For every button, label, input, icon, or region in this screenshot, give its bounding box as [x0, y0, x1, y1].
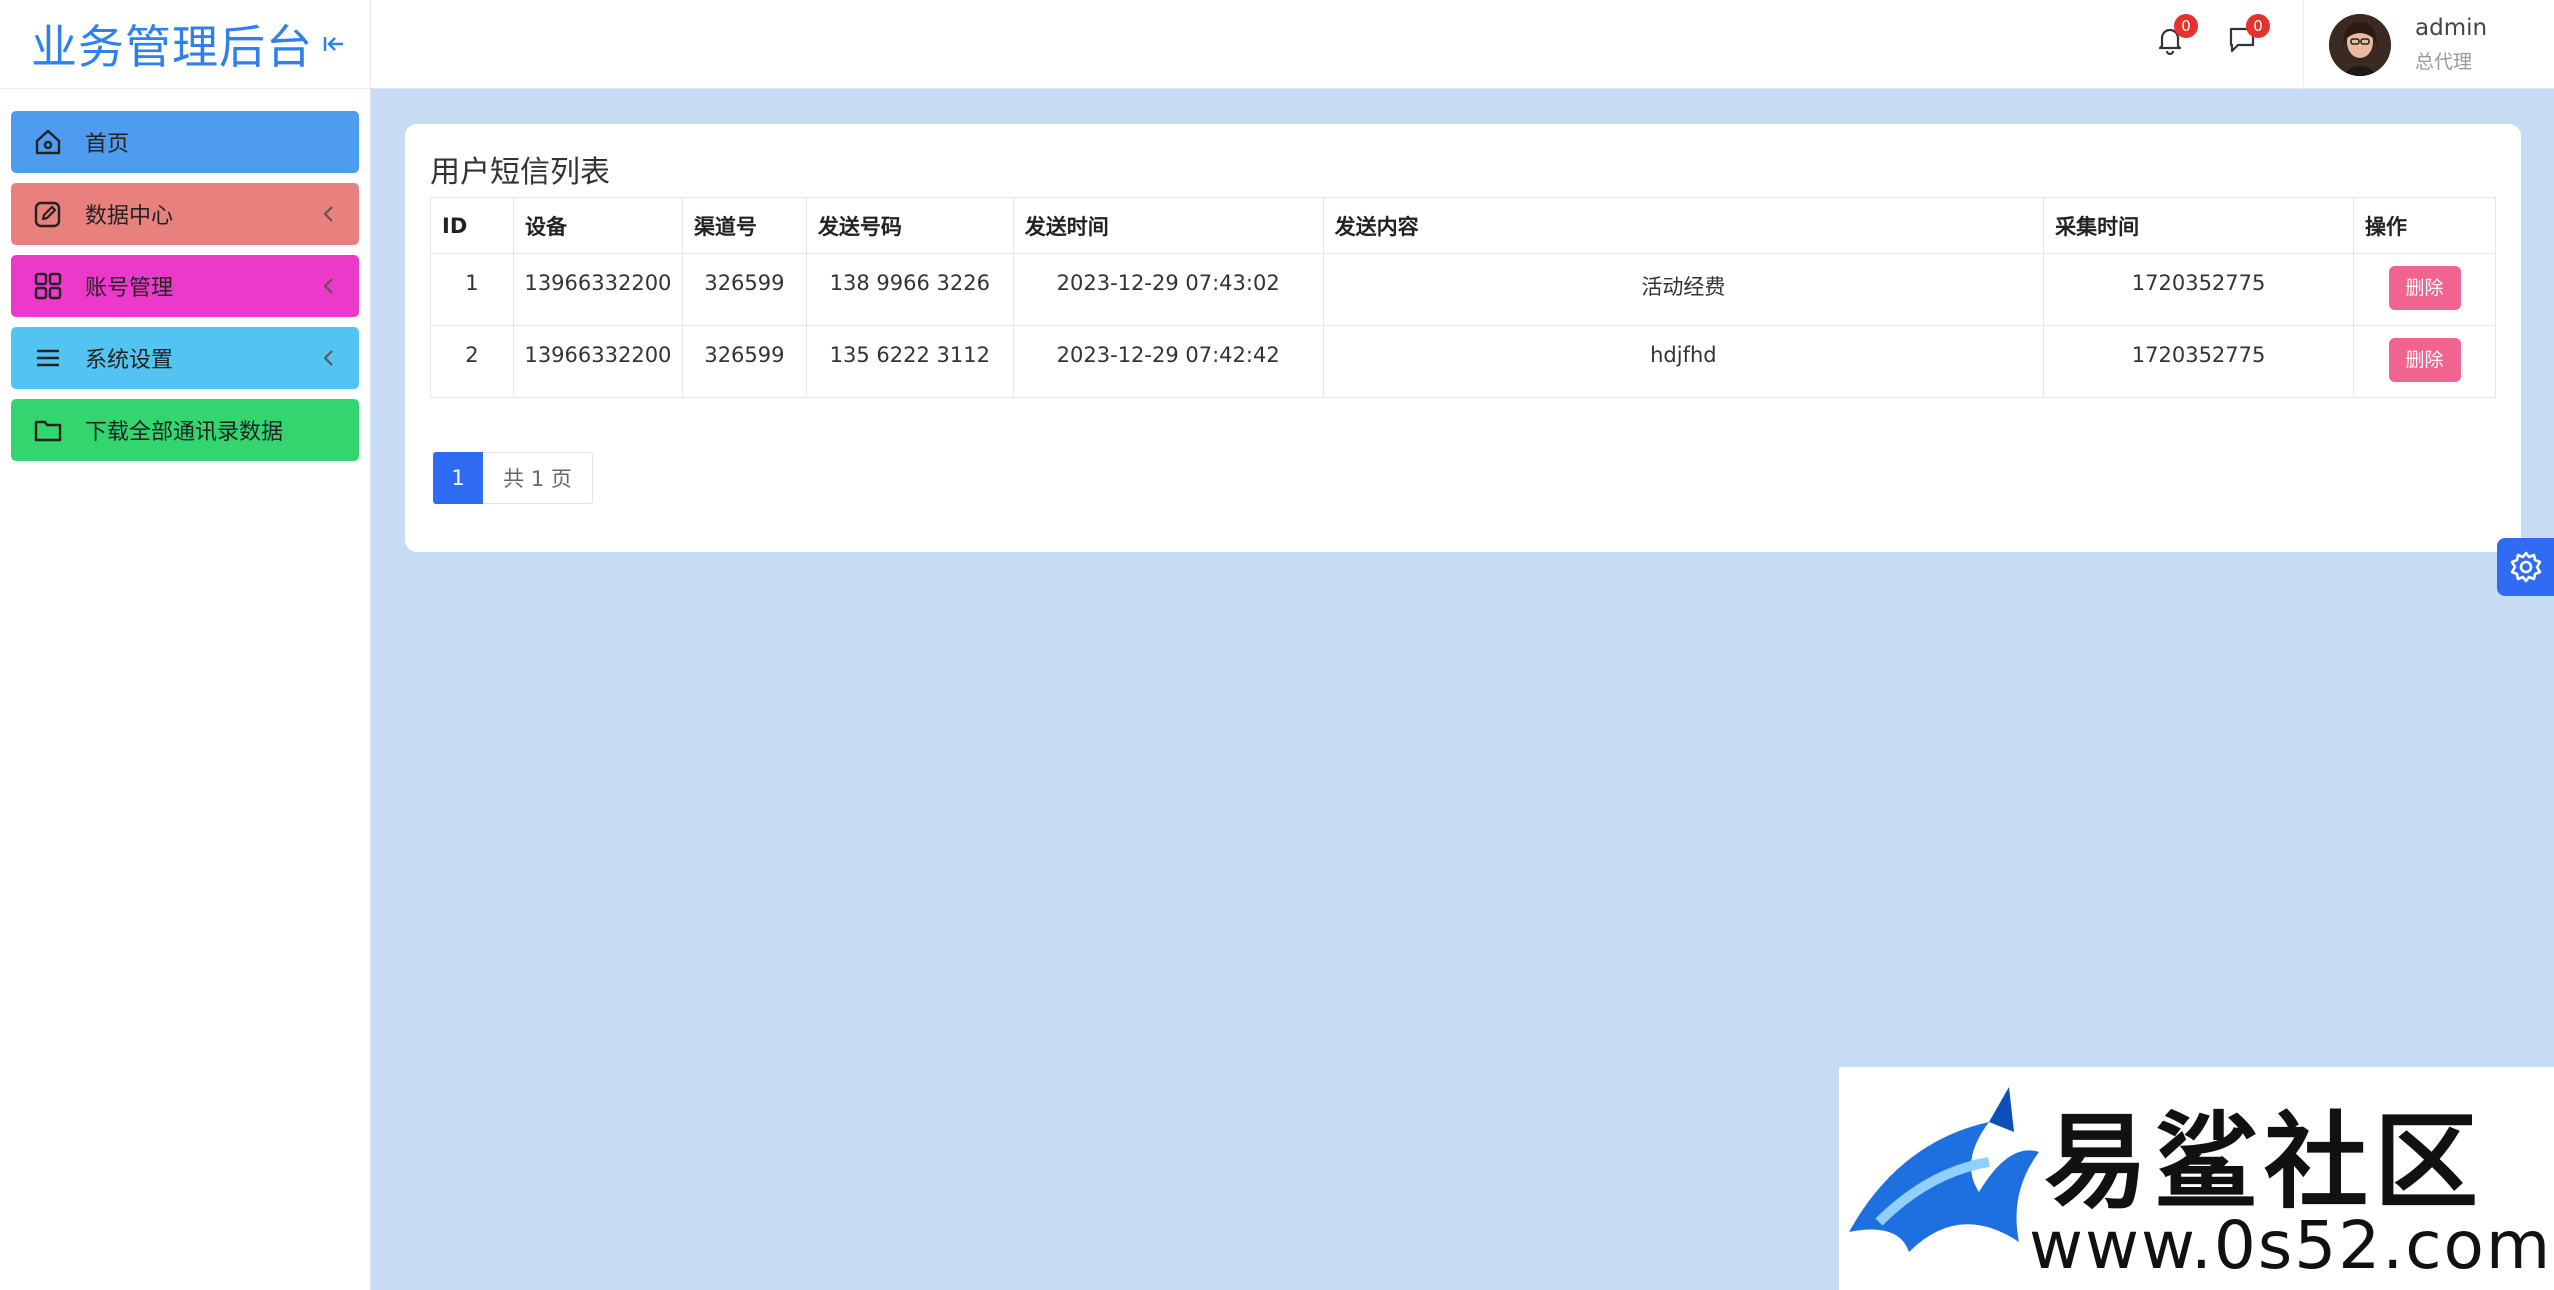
watermark-url: www.0s52.com: [2029, 1207, 2553, 1284]
column-header: ID: [430, 197, 514, 254]
cell-content: 活动经费: [1322, 253, 2045, 326]
column-header: 采集时间: [2043, 197, 2354, 254]
sidebar-item-label: 账号管理: [85, 276, 174, 301]
cell-id: 1: [430, 253, 514, 326]
cell-phone: 138 9966 3226: [805, 253, 1014, 326]
collapse-sidebar-icon[interactable]: [321, 31, 347, 57]
user-role: 总代理: [2415, 51, 2473, 73]
delete-button[interactable]: 删除: [2388, 338, 2461, 382]
column-header: 操作: [2353, 197, 2496, 254]
cell-content: hdjfhd: [1322, 325, 2045, 398]
sidebar-item-label: 下载全部通讯录数据: [85, 420, 284, 445]
cell-channel: 326599: [681, 325, 807, 398]
top-header: 0 0 admin 总代理: [371, 0, 2554, 89]
notifications-badge: 0: [2174, 14, 2198, 38]
watermark-name: 易鲨社区: [2044, 1100, 2485, 1223]
column-header: 渠道号: [681, 197, 807, 254]
cell-id: 2: [430, 325, 514, 398]
folder-icon: [34, 420, 62, 442]
grid-icon: [34, 272, 62, 300]
sidebar-item-data-center[interactable]: 数据中心: [11, 183, 359, 245]
sidebar-item-download-contacts[interactable]: 下载全部通讯录数据: [11, 399, 359, 461]
column-header: 发送内容: [1322, 197, 2045, 254]
cell-device: 13966332200: [512, 253, 683, 326]
table-row: 2 13966332200 326599 135 6222 3112 2023-…: [430, 325, 2496, 398]
column-header: 发送号码: [805, 197, 1014, 254]
cell-collect-time: 1720352775: [2043, 325, 2354, 398]
chevron-left-icon: [323, 350, 333, 366]
sidebar-item-account[interactable]: 账号管理: [11, 255, 359, 317]
gear-icon: [2510, 551, 2541, 583]
shark-logo-icon: [1849, 1087, 2039, 1252]
cell-phone: 135 6222 3112: [805, 325, 1014, 398]
chevron-left-icon: [323, 278, 333, 294]
notifications-button[interactable]: 0: [2154, 14, 2198, 60]
page-button-current[interactable]: 1: [433, 452, 483, 504]
cell-channel: 326599: [681, 253, 807, 326]
home-icon: [35, 129, 61, 155]
cell-device: 13966332200: [512, 325, 683, 398]
sms-table: ID 设备 渠道号 发送号码 发送时间 发送内容 采集时间 操作 1 13966…: [430, 197, 2496, 398]
sidebar-item-label: 数据中心: [85, 204, 174, 229]
chevron-left-icon: [323, 206, 333, 222]
messages-button[interactable]: 0: [2226, 14, 2270, 60]
cell-action: 删除: [2353, 253, 2496, 326]
messages-badge: 0: [2246, 14, 2270, 38]
cell-send-time: 2023-12-29 07:42:42: [1012, 325, 1324, 398]
sidebar-menu: 首页 数据中心 账号管理 系统设置 下载全部通讯录数据: [0, 89, 370, 461]
avatar: [2329, 13, 2391, 76]
theme-settings-button[interactable]: [2497, 538, 2554, 596]
user-info: admin 总代理: [2415, 15, 2487, 74]
app: 业务管理后台 首页 数据中心 账号管理 系统设置 下载全部通讯录数据 0 0 a…: [0, 0, 2554, 1290]
cell-collect-time: 1720352775: [2043, 253, 2354, 326]
brand-title: 业务管理后台: [31, 20, 313, 74]
user-menu[interactable]: admin 总代理: [2303, 0, 2554, 89]
sms-list-card: 用户短信列表 ID 设备 渠道号 发送号码 发送时间 发送内容 采集时间 操作: [405, 124, 2521, 552]
sidebar-item-label: 首页: [85, 132, 130, 157]
page-title: 用户短信列表: [430, 155, 610, 190]
table-header-row: ID 设备 渠道号 发送号码 发送时间 发送内容 采集时间 操作: [430, 197, 2496, 254]
sidebar-item-home[interactable]: 首页: [11, 111, 359, 173]
sidebar-item-settings[interactable]: 系统设置: [11, 327, 359, 389]
delete-button[interactable]: 删除: [2388, 266, 2461, 310]
cell-action: 删除: [2353, 325, 2496, 398]
watermark: 易鲨社区 www.0s52.com: [1839, 1067, 2554, 1290]
edit-icon: [34, 201, 61, 228]
sidebar: 业务管理后台 首页 数据中心 账号管理 系统设置 下载全部通讯录数据: [0, 0, 371, 1290]
cell-send-time: 2023-12-29 07:43:02: [1012, 253, 1324, 326]
pagination: 1 共 1 页: [433, 452, 593, 504]
page-total: 共 1 页: [483, 452, 593, 504]
column-header: 发送时间: [1012, 197, 1324, 254]
brand: 业务管理后台: [0, 0, 370, 89]
table-row: 1 13966332200 326599 138 9966 3226 2023-…: [430, 253, 2496, 326]
column-header: 设备: [512, 197, 683, 254]
menu-icon: [37, 349, 59, 367]
sidebar-item-label: 系统设置: [85, 348, 174, 373]
user-name: admin: [2415, 15, 2488, 41]
